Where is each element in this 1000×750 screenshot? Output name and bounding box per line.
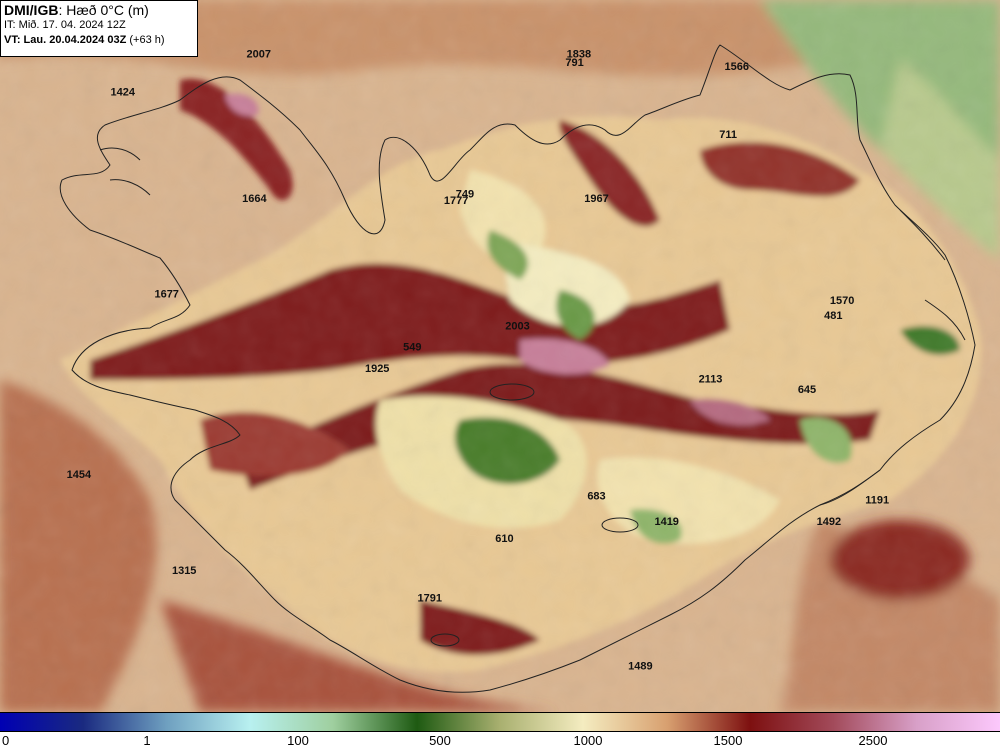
map-value-label: 549 — [403, 342, 421, 354]
map-title: DMI/IGB: Hæð 0°C (m) — [4, 3, 194, 18]
map-value-label: 1570 — [830, 295, 854, 307]
colorbar — [0, 712, 1000, 732]
map-value-label: 1454 — [67, 469, 92, 481]
map-value-label: 1925 — [365, 363, 389, 375]
map-value-label: 1419 — [654, 516, 678, 528]
map-value-label: 1424 — [111, 87, 136, 99]
map-value-label: 1566 — [725, 61, 749, 73]
map-value-label: 2113 — [699, 374, 723, 386]
map-value-label: 683 — [587, 491, 605, 503]
map-value-label: 610 — [495, 533, 513, 545]
map-value-label: 1677 — [154, 289, 178, 301]
pixel-texture — [0, 0, 1000, 712]
colorbar-tick-label: 1500 — [713, 733, 743, 748]
colorbar-tick-label: 2500 — [858, 733, 888, 748]
colorbar-ticks: 0 1 100 500 1000 1500 2500 — [0, 732, 1000, 750]
map-value-label: 791 — [565, 57, 583, 69]
map-value-label: 711 — [719, 129, 737, 141]
colorbar-tick-label: 1000 — [573, 733, 603, 748]
field-label: : Hæð 0°C (m) — [58, 2, 149, 18]
map-value-label: 2007 — [247, 48, 271, 60]
lead-time: (+63 h) — [129, 34, 165, 46]
agency-label: DMI/IGB — [4, 2, 59, 18]
colorbar-tick-label: 0 — [2, 733, 10, 748]
map-value-label: 1492 — [817, 516, 841, 528]
valid-time: VT: Lau. 20.04.2024 03Z (+63 h) — [4, 33, 194, 48]
map-value-label: 1777 — [444, 195, 468, 207]
colorbar-tick-label: 500 — [429, 733, 451, 748]
map-value-label: 1664 — [242, 193, 267, 205]
map-value-label: 2003 — [505, 320, 529, 332]
map-info-box: DMI/IGB: Hæð 0°C (m) IT: Mið. 17. 04. 20… — [0, 0, 198, 57]
colorbar-tick-label: 100 — [287, 733, 309, 748]
valid-time-label: VT: Lau. 20.04.2024 03Z — [4, 34, 127, 46]
map-value-label: 1967 — [584, 193, 608, 205]
freezing-level-map: 1116200714241664167718387911566711749177… — [0, 0, 1000, 712]
map-value-label: 1791 — [418, 593, 442, 605]
map-value-label: 1315 — [172, 565, 196, 577]
colorbar-tick-label: 1 — [143, 733, 151, 748]
map-value-label: 481 — [824, 310, 842, 322]
issue-time: IT: Mið. 17. 04. 2024 12Z — [4, 19, 126, 31]
map-value-label: 645 — [798, 384, 816, 396]
field-shading — [0, 0, 1000, 712]
map-value-label: 1191 — [865, 495, 889, 507]
map-value-label: 1489 — [628, 661, 652, 673]
